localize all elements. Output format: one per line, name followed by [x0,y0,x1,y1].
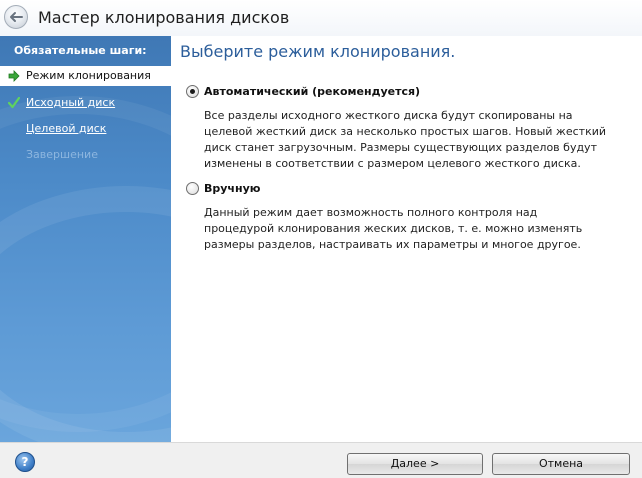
manual-mode-description: Данный режим дает возможность полного ко… [204,206,583,251]
sidebar-item-target-disk[interactable]: Целевой диск [0,119,171,139]
auto-mode-label[interactable]: Автоматический (рекомендуется) [204,85,420,98]
steps-sidebar: Обязательные шаги: Режим клонирования Ис… [0,36,171,442]
auto-mode-radio[interactable] [186,85,199,98]
sidebar-item-label: Исходный диск [26,96,116,109]
manual-mode-label[interactable]: Вручную [204,182,260,195]
sidebar-item-label: Целевой диск [26,122,107,135]
button-bar: ? Далее > Отмена [0,442,642,478]
help-icon[interactable]: ? [15,452,35,472]
sidebar-item-source-disk[interactable]: Исходный диск [0,93,171,113]
sidebar-item-label: Завершение [26,148,98,161]
checkmark-icon [7,96,21,112]
cancel-button[interactable]: Отмена [492,453,630,475]
back-arrow-icon [10,12,23,22]
next-button[interactable]: Далее > [347,453,483,475]
sidebar-item-finish: Завершение [0,145,171,165]
manual-mode-radio[interactable] [186,182,199,195]
back-button[interactable] [4,5,28,29]
auto-mode-description: Все разделы исходного жесткого диска буд… [204,109,607,170]
arrow-right-icon [8,70,20,85]
sidebar-item-clone-mode[interactable]: Режим клонирования [0,66,171,86]
page-heading: Выберите режим клонирования. [180,42,456,61]
sidebar-decoration-inner [0,186,171,442]
window-title: Мастер клонирования дисков [38,8,290,27]
sidebar-heading: Обязательные шаги: [14,44,147,57]
title-bar: Мастер клонирования дисков [0,0,642,36]
sidebar-item-label: Режим клонирования [26,69,151,82]
